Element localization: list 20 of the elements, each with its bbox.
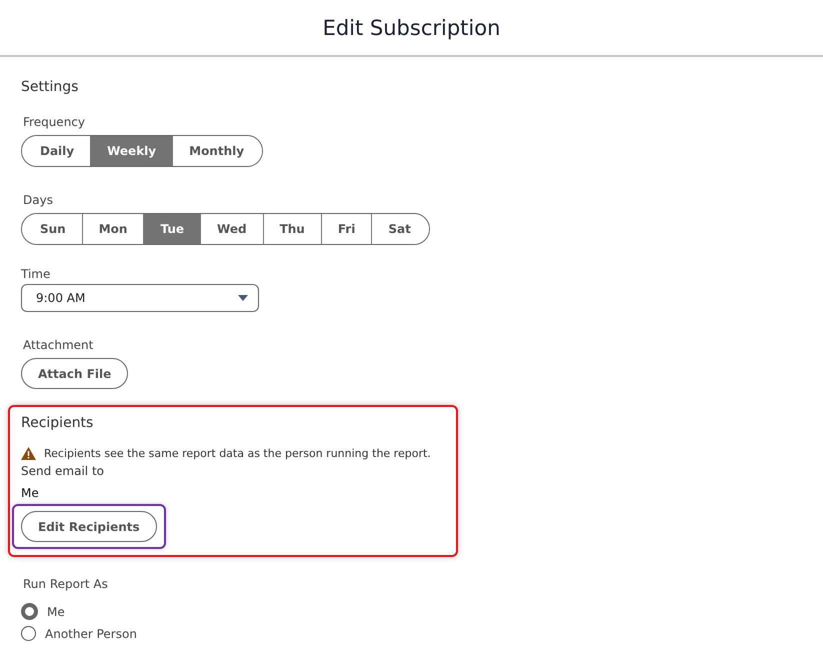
warning-text: Recipients see the same report data as the person running the report. — [44, 447, 431, 460]
attach-file-button[interactable]: Attach File — [21, 358, 128, 389]
field-label: Run Report As — [23, 577, 108, 591]
field-label: Time — [21, 267, 50, 281]
radio-label: Another Person — [45, 626, 137, 640]
field-label: Frequency — [23, 115, 85, 129]
recipient-value: Me — [21, 486, 39, 500]
frequency-option[interactable]: Monthly — [172, 136, 262, 166]
field-label: Days — [23, 193, 53, 207]
frequency-option[interactable]: Weekly — [90, 136, 172, 166]
edit-recipients-button[interactable]: Edit Recipients — [21, 511, 157, 542]
page-title: Edit Subscription — [322, 16, 500, 40]
time-select[interactable]: 9:00 AM — [21, 284, 259, 312]
field-label: Send email to — [21, 464, 104, 478]
section-heading: Settings — [21, 79, 78, 95]
day-option[interactable]: Sat — [371, 214, 429, 244]
section-heading: Recipients — [21, 415, 94, 431]
radio-label: Me — [47, 604, 65, 618]
day-option[interactable]: Tue — [143, 214, 200, 244]
field-label: Attachment — [23, 338, 94, 352]
